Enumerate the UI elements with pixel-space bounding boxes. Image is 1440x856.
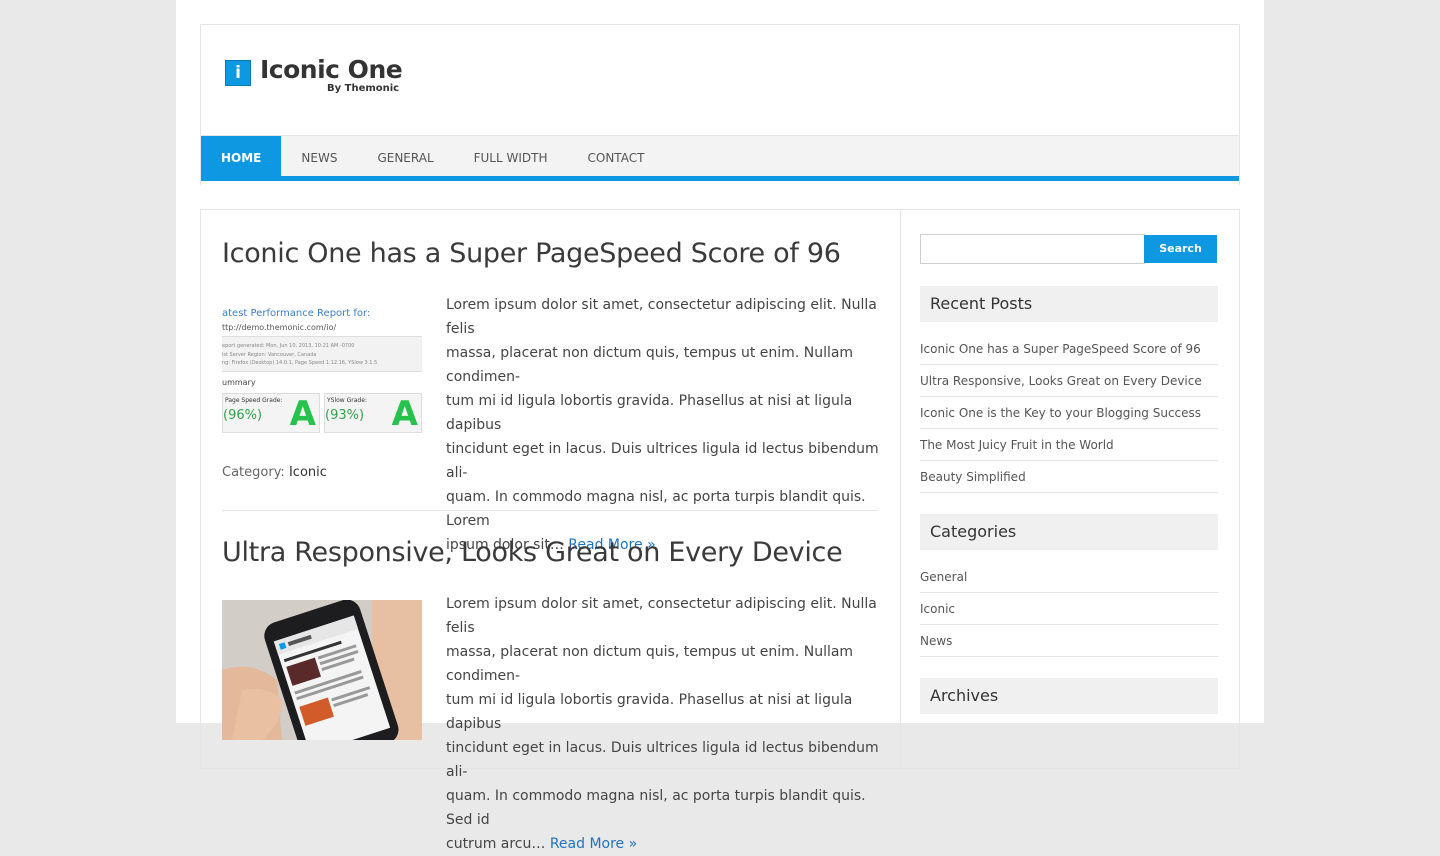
- post-category: Category: Iconic: [222, 465, 327, 480]
- phone-in-hand-image: [222, 600, 422, 740]
- grade-value: (96%): [223, 408, 263, 423]
- excerpt-line: massa, placerat non dictum quis, tempus …: [446, 345, 854, 385]
- yslow-grade: YSlow Grade: (93%) A: [324, 393, 422, 433]
- main-nav: HOME NEWS GENERAL FULL WIDTH CONTACT: [201, 135, 1239, 181]
- excerpt-line: tum mi id ligula lobortis gravida. Phase…: [446, 692, 853, 732]
- grade-letter: A: [391, 394, 418, 434]
- excerpt-line: quam. In commodo magna nisl, ac porta tu…: [446, 489, 866, 529]
- pagespeed-grade: Page Speed Grade: (96%) A: [222, 393, 320, 433]
- search-input[interactable]: [920, 234, 1145, 264]
- excerpt-line-last: cutrum arcu… Read More »: [446, 832, 881, 856]
- content-area: Iconic One has a Super PageSpeed Score o…: [200, 209, 900, 852]
- excerpt-line: tum mi id ligula lobortis gravida. Phase…: [446, 393, 853, 433]
- site-header: i Iconic One By Themonic HOME NEWS GENER…: [200, 24, 1240, 185]
- grade-value: (93%): [325, 408, 365, 423]
- report-meta: eport generated: Mon, Jun 10, 2013, 10:2…: [222, 336, 422, 372]
- widget-title-recent-posts: Recent Posts: [920, 286, 1218, 322]
- nav-item-full-width[interactable]: FULL WIDTH: [454, 136, 568, 180]
- report-url: ttp://demo.themonic.com/io/: [222, 323, 337, 332]
- recent-post-link[interactable]: Beauty Simplified: [920, 461, 1218, 493]
- post-title[interactable]: Iconic One has a Super PageSpeed Score o…: [222, 238, 841, 269]
- category-label: Category:: [222, 465, 285, 480]
- read-more-link[interactable]: Read More »: [550, 836, 637, 852]
- excerpt-line: tincidunt eget in lacus. Duis ultrices l…: [446, 740, 879, 780]
- recent-post-link[interactable]: Iconic One has a Super PageSpeed Score o…: [920, 333, 1218, 365]
- grade-label: YSlow Grade:: [327, 397, 367, 404]
- category-link-news[interactable]: News: [920, 625, 1218, 657]
- categories-list: General Iconic News: [920, 561, 1218, 657]
- category-link-general[interactable]: General: [920, 561, 1218, 593]
- grade-letter: A: [289, 394, 316, 434]
- report-meta-line: ng: Firefox (Desktop) 14.0.1, Page Speed…: [222, 360, 378, 366]
- nav-item-news[interactable]: NEWS: [281, 136, 357, 180]
- widget-title-categories: Categories: [920, 514, 1218, 550]
- nav-item-home[interactable]: HOME: [201, 136, 282, 180]
- excerpt-line: tincidunt eget in lacus. Duis ultrices l…: [446, 441, 879, 481]
- report-meta-line: eport generated: Mon, Jun 10, 2013, 10:2…: [222, 343, 355, 349]
- post-excerpt: Lorem ipsum dolor sit amet, consectetur …: [446, 293, 881, 557]
- excerpt-line: quam. In commodo magna nisl, ac porta tu…: [446, 788, 866, 828]
- excerpt-line: massa, placerat non dictum quis, tempus …: [446, 644, 854, 684]
- site-title: Iconic One: [260, 55, 403, 84]
- recent-posts-list: Iconic One has a Super PageSpeed Score o…: [920, 333, 1218, 493]
- recent-post-link[interactable]: Iconic One is the Key to your Blogging S…: [920, 397, 1218, 429]
- sidebar: Search Recent Posts Iconic One has a Sup…: [900, 209, 1240, 769]
- grade-label: Page Speed Grade:: [225, 397, 283, 404]
- post-thumbnail-pagespeed-report[interactable]: atest Performance Report for: ttp://demo…: [222, 300, 422, 435]
- post-title[interactable]: Ultra Responsive, Looks Great on Every D…: [222, 537, 843, 568]
- site-subtitle: By Themonic: [327, 83, 400, 94]
- widget-title-archives: Archives: [920, 678, 1218, 714]
- nav-item-general[interactable]: GENERAL: [357, 136, 453, 180]
- category-link[interactable]: Iconic: [289, 465, 327, 480]
- report-image: atest Performance Report for: ttp://demo…: [222, 300, 422, 435]
- logo-info-icon: i: [225, 60, 251, 86]
- report-summary: ummary: [222, 378, 256, 387]
- post-divider: [222, 510, 878, 511]
- report-meta-line: ist Server Region: Vancouver, Canada: [222, 352, 317, 358]
- post-thumbnail-phone[interactable]: [222, 600, 422, 740]
- recent-post-link[interactable]: The Most Juicy Fruit in the World: [920, 429, 1218, 461]
- page: i Iconic One By Themonic HOME NEWS GENER…: [176, 0, 1264, 852]
- post-excerpt: Lorem ipsum dolor sit amet, consectetur …: [446, 592, 881, 856]
- excerpt-line: Lorem ipsum dolor sit amet, consectetur …: [446, 596, 877, 636]
- category-link-iconic[interactable]: Iconic: [920, 593, 1218, 625]
- report-heading: atest Performance Report for:: [222, 308, 371, 319]
- search-button[interactable]: Search: [1144, 235, 1217, 263]
- site-logo[interactable]: i Iconic One By Themonic: [225, 55, 425, 99]
- excerpt-line: cutrum arcu…: [446, 836, 546, 852]
- nav-item-contact[interactable]: CONTACT: [568, 136, 665, 180]
- recent-post-link[interactable]: Ultra Responsive, Looks Great on Every D…: [920, 365, 1218, 397]
- excerpt-line: Lorem ipsum dolor sit amet, consectetur …: [446, 297, 877, 337]
